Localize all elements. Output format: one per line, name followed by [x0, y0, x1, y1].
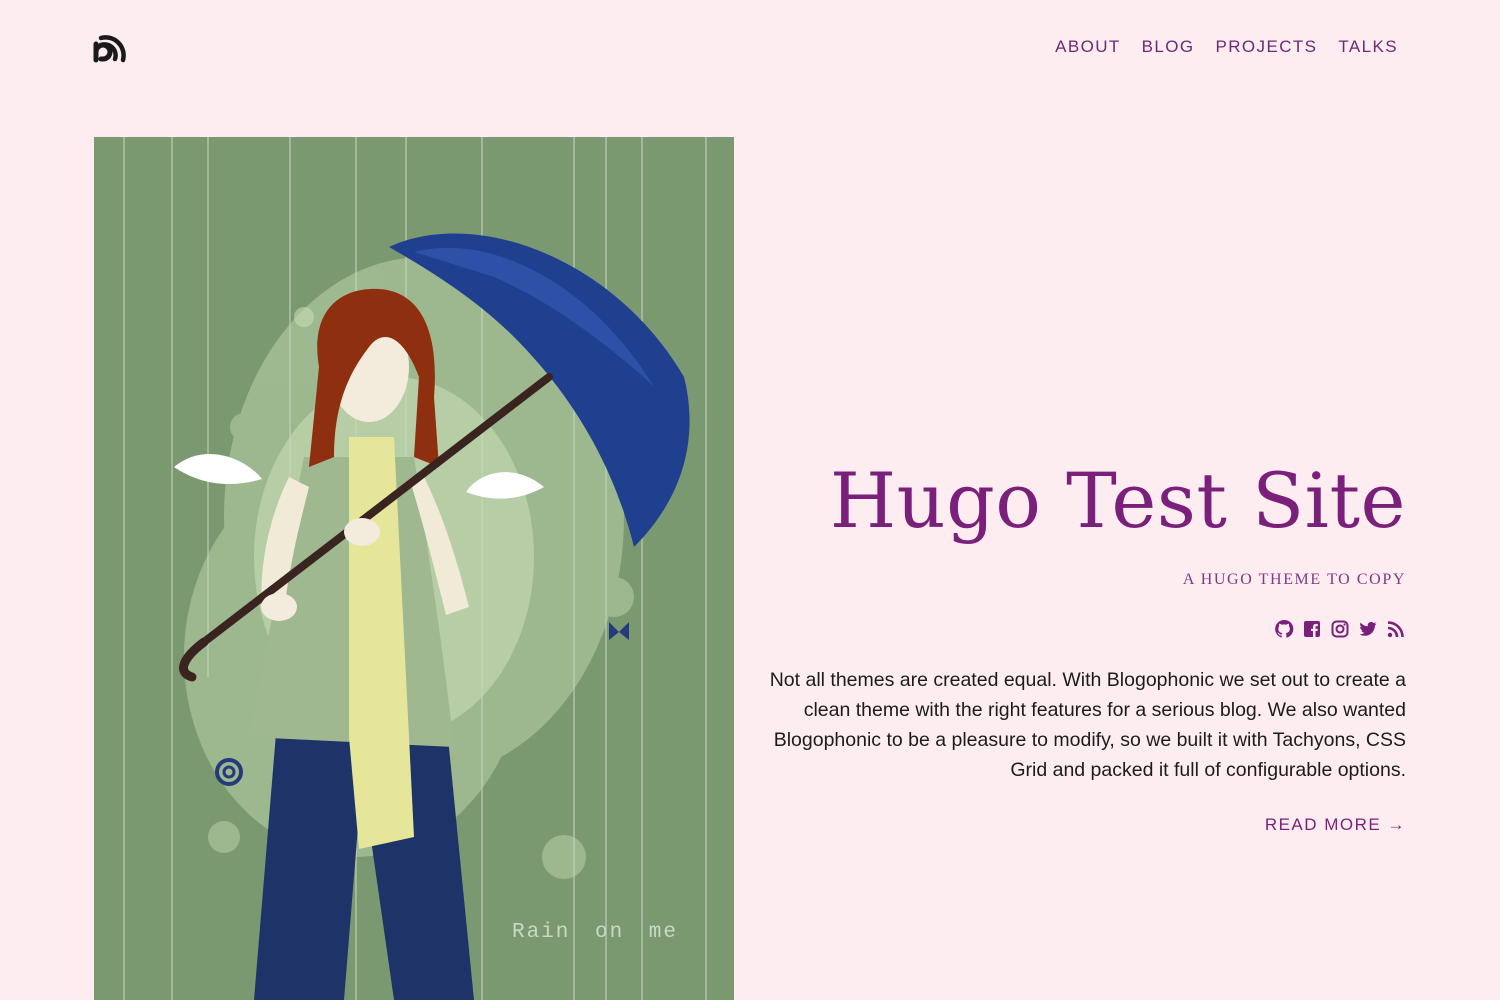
- rss-icon[interactable]: [1386, 619, 1406, 639]
- site-title[interactable]: Hugo Test Site: [760, 455, 1406, 547]
- nav-talks[interactable]: TALKS: [1338, 37, 1398, 57]
- hero-text: Hugo Test Site A HUGO THEME TO COPY Not …: [760, 455, 1406, 835]
- image-caption: Rain on me: [511, 921, 678, 944]
- social-links: [760, 619, 1406, 639]
- hero-illustration: Rain on me: [94, 137, 734, 1000]
- site-subtitle: A HUGO THEME TO COPY: [1182, 571, 1406, 588]
- nav-blog[interactable]: BLOG: [1142, 37, 1195, 57]
- blogophonic-logo-icon[interactable]: [92, 30, 128, 66]
- nav-projects[interactable]: PROJECTS: [1216, 37, 1318, 57]
- girl-with-umbrella-illustration: [94, 137, 734, 1000]
- read-more-link[interactable]: READ MORE →: [1265, 815, 1406, 835]
- github-icon[interactable]: [1274, 619, 1294, 639]
- twitter-icon[interactable]: [1358, 619, 1378, 639]
- facebook-icon[interactable]: [1302, 619, 1322, 639]
- main-nav: ABOUT BLOG PROJECTS TALKS: [1055, 37, 1398, 57]
- nav-about[interactable]: ABOUT: [1055, 37, 1121, 57]
- instagram-icon[interactable]: [1330, 619, 1350, 639]
- site-description: Not all themes are created equal. With B…: [769, 669, 1406, 781]
